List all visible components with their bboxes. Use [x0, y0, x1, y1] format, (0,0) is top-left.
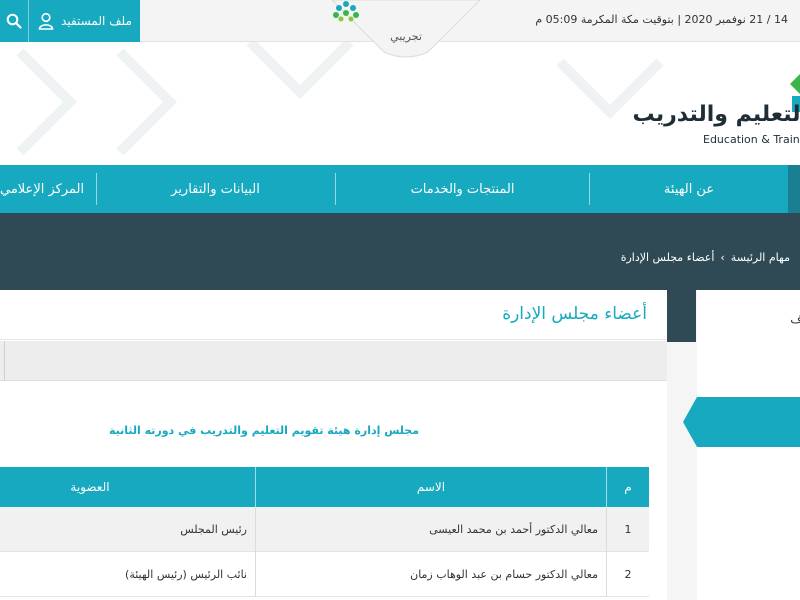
panel-header: أعضاء مجلس الإدارة — [0, 290, 667, 340]
cell-separator — [255, 507, 256, 552]
breadcrumb: مهام الرئيسة › أعضاء مجلس الإدارة — [621, 251, 790, 264]
nav-active-marker — [788, 165, 800, 213]
cell-name: معالي الدكتور حسام بن عبد الوهاب زمان — [410, 568, 598, 581]
brand-name-ar: التعليم والتدريب — [632, 102, 800, 127]
header-separator — [255, 467, 256, 507]
breadcrumb-chevron-icon: › — [720, 251, 725, 264]
cell-number: 2 — [624, 568, 632, 581]
table-row: 1 معالي الدكتور أحمد بن محمد العيسى رئيس… — [0, 507, 649, 552]
top-actions: ملف المستفيد — [0, 0, 140, 42]
page-title: أعضاء مجلس الإدارة — [502, 304, 647, 324]
column-header-membership: العضوية — [70, 480, 110, 494]
nav-separator — [335, 173, 336, 205]
brand-name-en: Education & Training — [703, 133, 800, 146]
main-panel: أعضاء مجلس الإدارة مجلس إدارة هيئة تقويم… — [0, 290, 667, 600]
search-icon — [6, 13, 22, 29]
side-panel: اف — [683, 290, 800, 600]
cell-number: 1 — [624, 523, 632, 536]
trial-badge[interactable]: تجريبي — [332, 0, 480, 58]
datetime-text: 14 / 21 نوفمبر 2020 | بتوقيت مكة المكرمة… — [535, 13, 788, 26]
nav-media-center-label: المركز الإعلامي — [0, 181, 85, 197]
profile-label: ملف المستفيد — [61, 14, 132, 28]
header-separator — [606, 467, 607, 507]
cell-membership: نائب الرئيس (رئيس الهيئة) — [125, 568, 247, 581]
cell-name: معالي الدكتور أحمد بن محمد العيسى — [429, 523, 598, 536]
panel-toolbar — [0, 341, 667, 381]
nav-separator — [589, 173, 590, 205]
cell-separator — [255, 552, 256, 597]
toolbar-divider — [4, 341, 5, 381]
column-header-number: م — [624, 480, 632, 494]
panel-edge-accent — [667, 290, 696, 342]
board-subtitle: مجلس إدارة هيئة تقويم التعليم والتدريب ف… — [108, 424, 419, 437]
trial-label: تجريبي — [390, 30, 422, 43]
user-icon — [37, 12, 55, 30]
nav-data-reports[interactable]: البيانات والتقارير — [96, 165, 335, 213]
nav-about[interactable]: عن الهيئة — [590, 165, 788, 213]
nav-separator — [96, 173, 97, 205]
table-header: م الاسم العضوية — [0, 467, 649, 507]
nav-products-services[interactable]: المنتجات والخدمات — [336, 165, 589, 213]
side-panel-text: اف — [790, 312, 800, 326]
header-band: التعليم والتدريب Education & Training — [0, 42, 800, 165]
beneficiary-profile-button[interactable]: ملف المستفيد — [29, 0, 140, 42]
nav-media-center[interactable]: المركز الإعلامي — [0, 165, 96, 213]
column-header-name: الاسم — [416, 480, 446, 494]
cell-separator — [606, 552, 607, 597]
side-menu-button[interactable] — [683, 397, 800, 447]
cell-membership: رئيس المجلس — [180, 523, 247, 536]
flower-logo-icon — [333, 1, 359, 22]
main-nav: عن الهيئة المنتجات والخدمات البيانات وال… — [0, 165, 800, 213]
cell-separator — [606, 507, 607, 552]
table-row: 2 معالي الدكتور حسام بن عبد الوهاب زمان … — [0, 552, 649, 597]
search-button[interactable] — [0, 0, 28, 42]
breadcrumb-band: مهام الرئيسة › أعضاء مجلس الإدارة — [0, 213, 800, 290]
breadcrumb-current: أعضاء مجلس الإدارة — [620, 251, 715, 264]
breadcrumb-home-link[interactable]: مهام الرئيسة — [731, 251, 790, 264]
